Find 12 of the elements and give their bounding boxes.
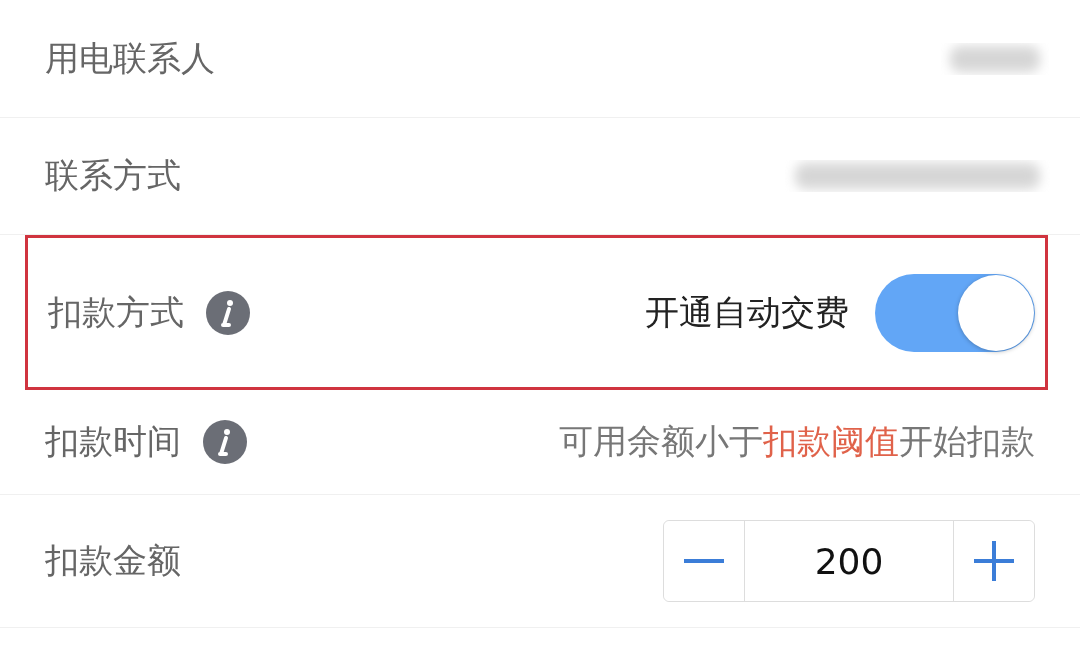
info-icon[interactable] [203, 420, 247, 464]
field-label: 用电联系人 [45, 36, 215, 80]
minus-icon [684, 558, 724, 564]
plus-icon [974, 541, 1014, 581]
field-label: 扣款时间 [45, 420, 181, 463]
field-label: 扣款方式 [48, 290, 184, 334]
field-label: 联系方式 [45, 154, 181, 197]
field-label: 扣款金额 [45, 539, 181, 582]
toggle-label: 开通自动交费 [645, 290, 849, 334]
toggle-switch[interactable] [875, 273, 1035, 352]
value-text: 可用余额小于扣款阈值开始扣款 [559, 420, 1036, 463]
info-icon[interactable] [206, 290, 250, 335]
